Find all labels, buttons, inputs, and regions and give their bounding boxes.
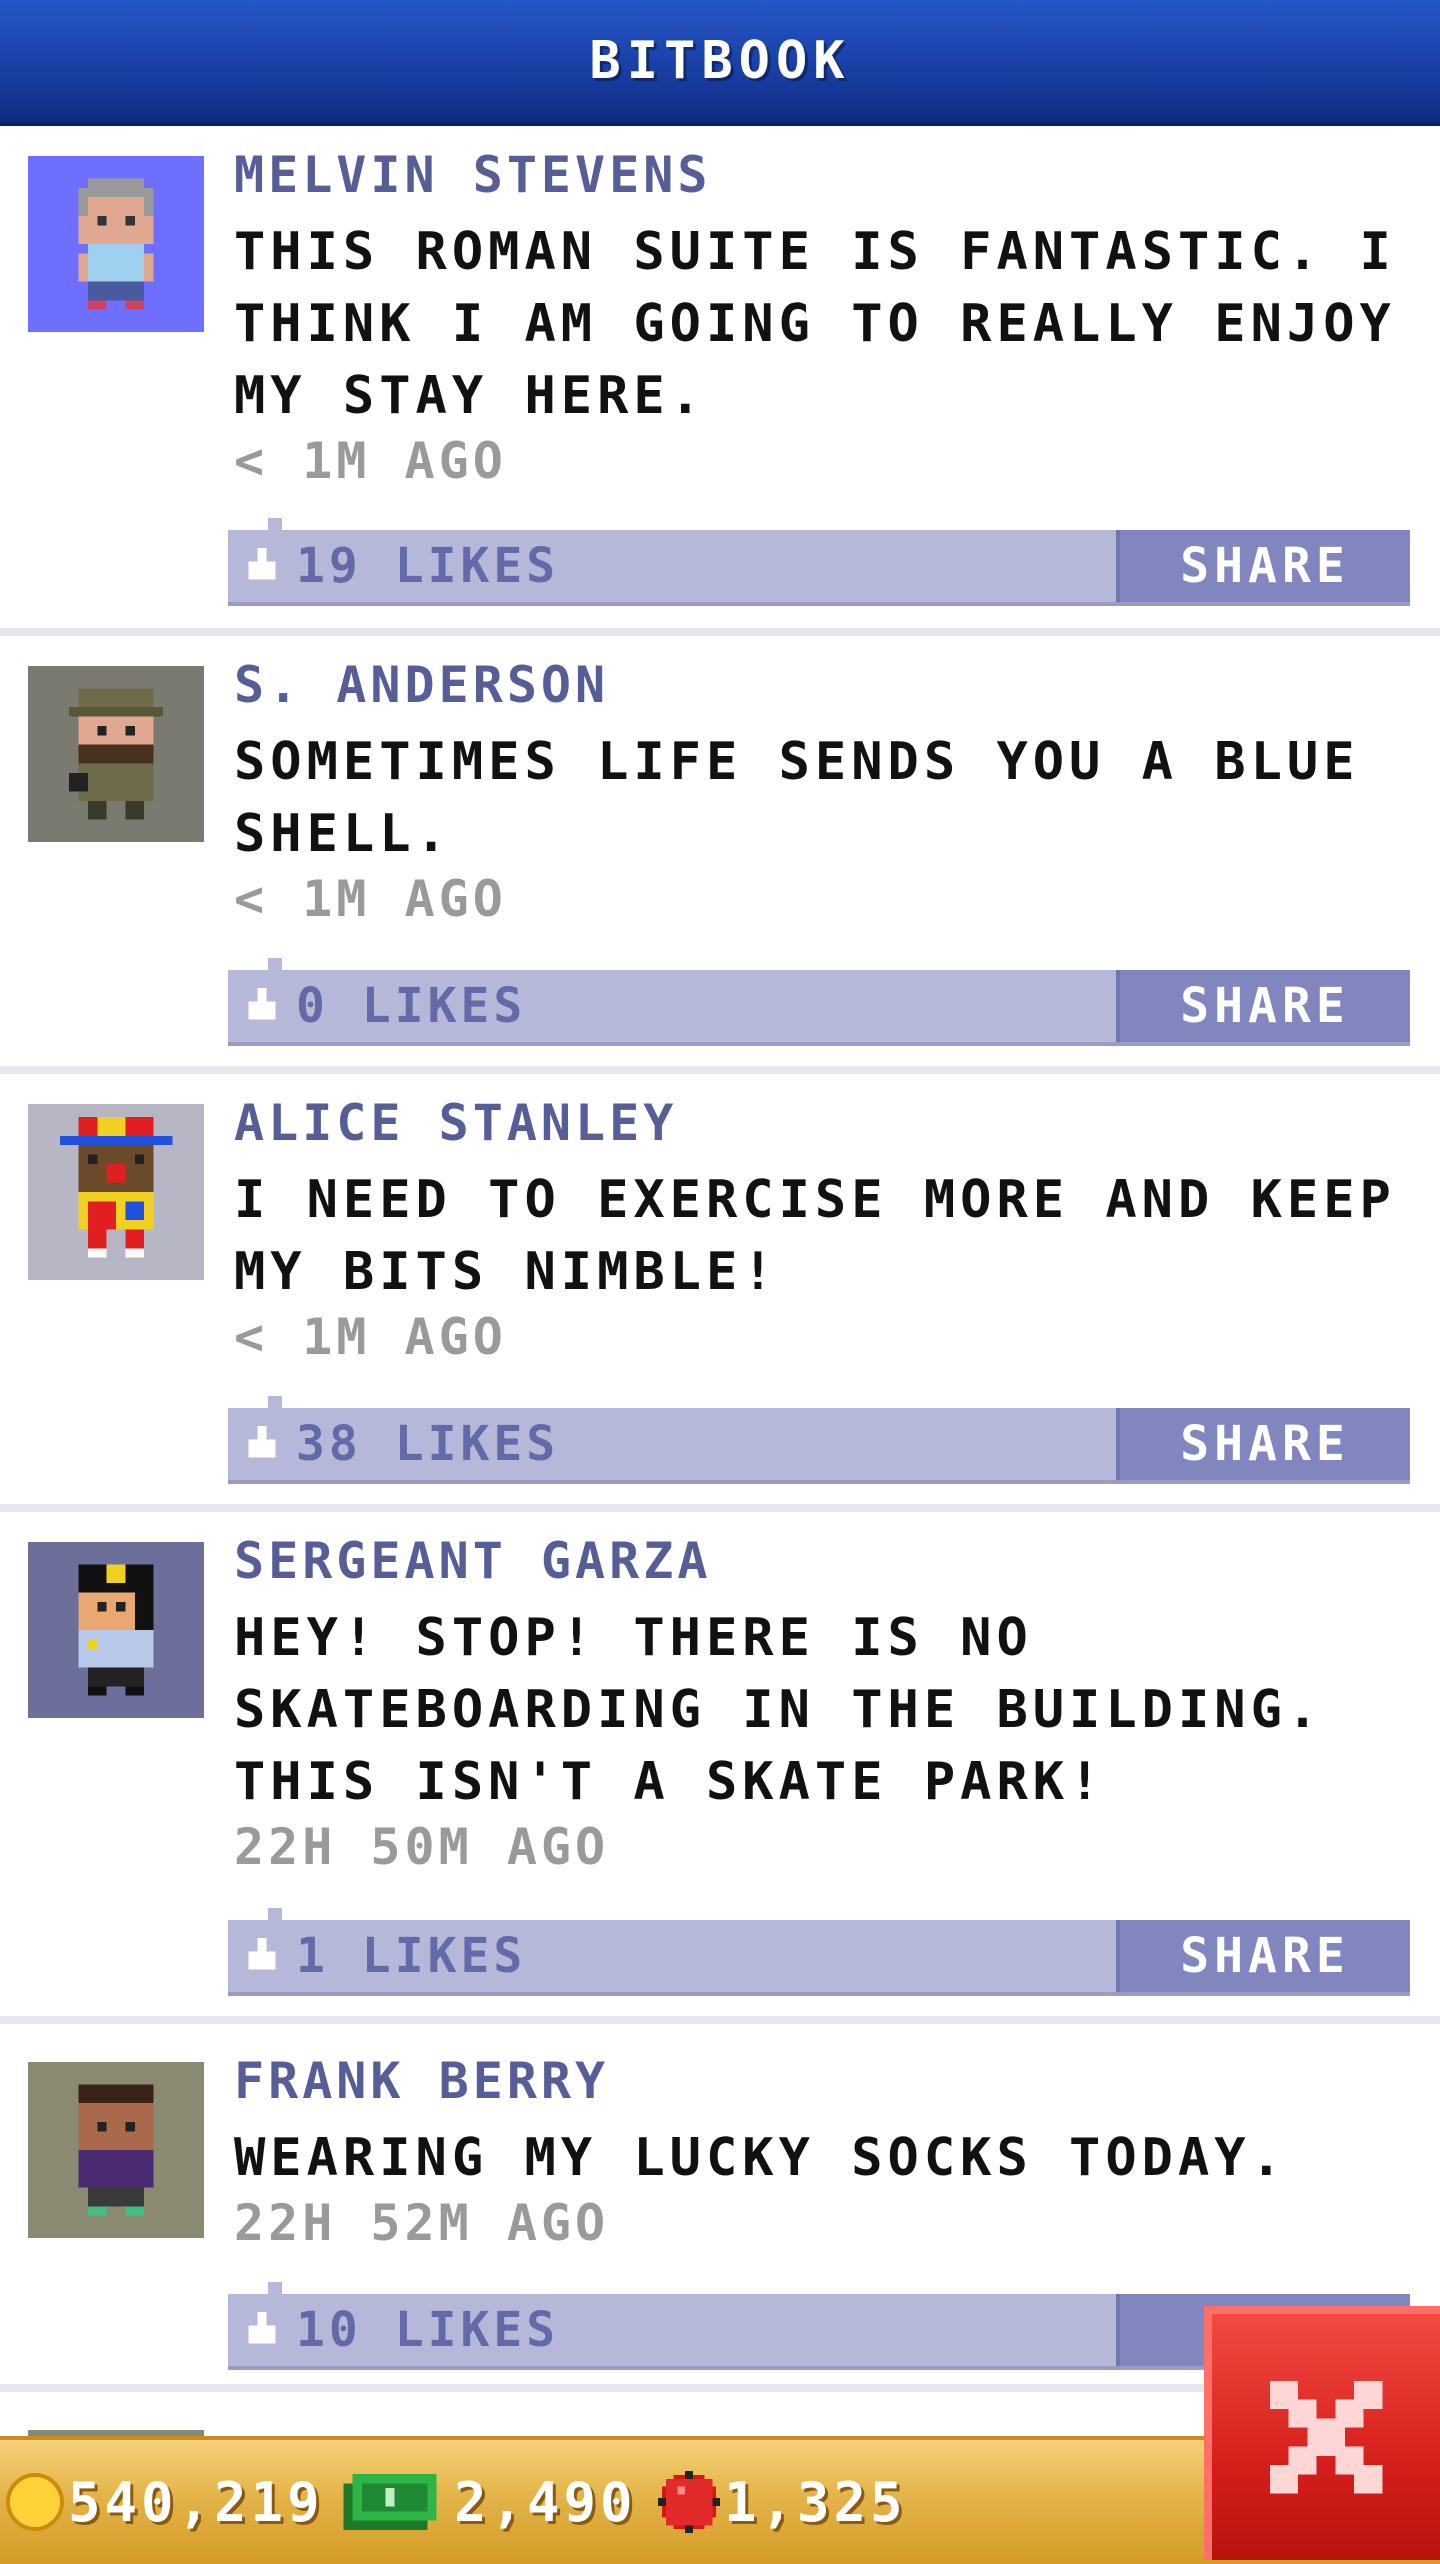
post-author[interactable]: FRANK BERRY <box>234 2052 609 2110</box>
coins-counter: 540,219 <box>6 2440 324 2564</box>
divider <box>0 1504 1440 1512</box>
post-time: 22H 52M AGO <box>234 2194 610 2252</box>
share-button[interactable]: SHARE <box>1116 530 1410 602</box>
post-time: < 1M AGO <box>234 1308 507 1366</box>
man-avatar-icon <box>78 2084 154 2216</box>
thumb-up-icon <box>248 1938 276 1970</box>
coins-value: 540,219 <box>68 2470 324 2534</box>
coin-icon <box>6 2473 64 2531</box>
gem-icon <box>658 2471 720 2533</box>
soldier-avatar-icon <box>69 688 163 820</box>
like-bar-tab <box>268 958 282 970</box>
post-author[interactable]: S. ANDERSON <box>234 656 609 714</box>
like-bar-tab <box>268 518 282 530</box>
post-message: WEARING MY LUCKY SOCKS TODAY. <box>234 2128 1287 2188</box>
post-message: I NEED TO EXERCISE MORE AND KEEP MY BITS… <box>234 1170 1396 1302</box>
like-count: 0 LIKES <box>296 978 527 1034</box>
post: MELVIN STEVENS THIS ROMAN SUITE IS FANTA… <box>0 126 1440 636</box>
page-title: BITBOOK <box>589 31 851 91</box>
gems-value: 1,325 <box>724 2470 907 2534</box>
post-time: 22H 50M AGO <box>234 1818 610 1876</box>
divider <box>0 1066 1440 1074</box>
top-bar: BITBOOK <box>0 0 1440 126</box>
like-button[interactable]: 38 LIKES <box>244 1408 559 1480</box>
like-count: 1 LIKES <box>296 1928 527 1984</box>
elder-avatar-icon <box>78 178 154 310</box>
divider <box>0 628 1440 636</box>
like-bar: 19 LIKES SHARE <box>228 518 1410 606</box>
post: S. ANDERSON SOMETIMES LIFE SENDS YOU A B… <box>0 636 1440 1074</box>
like-count: 38 LIKES <box>296 1416 560 1472</box>
close-icon <box>1269 2380 1383 2494</box>
like-bar-tab <box>268 1908 282 1920</box>
avatar[interactable] <box>28 1104 204 1280</box>
post-message: HEY! STOP! THERE IS NO SKATEBOARDING IN … <box>234 1608 1324 1812</box>
post: SERGEANT GARZA HEY! STOP! THERE IS NO SK… <box>0 1512 1440 2024</box>
share-button[interactable]: SHARE <box>1116 1920 1410 1992</box>
like-button[interactable]: 1 LIKES <box>244 1920 526 1992</box>
clown-avatar-icon <box>59 1117 173 1258</box>
like-bar: 0 LIKES SHARE <box>228 958 1410 1046</box>
like-bar-tab <box>268 1396 282 1408</box>
close-button[interactable] <box>1204 2306 1440 2560</box>
police-avatar-icon <box>78 1564 154 1696</box>
like-count: 10 LIKES <box>296 2302 560 2358</box>
thumb-up-icon <box>248 548 276 580</box>
share-button[interactable]: SHARE <box>1116 970 1410 1042</box>
like-count: 19 LIKES <box>296 538 560 594</box>
avatar[interactable] <box>28 156 204 332</box>
bux-counter: 2,490 <box>340 2440 637 2564</box>
avatar[interactable] <box>28 2062 204 2238</box>
post-author[interactable]: SERGEANT GARZA <box>234 1532 711 1590</box>
like-bar: 1 LIKES SHARE <box>228 1908 1410 1996</box>
like-button[interactable]: 19 LIKES <box>244 530 559 602</box>
like-bar: 38 LIKES SHARE <box>228 1396 1410 1484</box>
bux-icon <box>343 2474 437 2530</box>
gems-counter: 1,325 <box>658 2440 907 2564</box>
post-message: SOMETIMES LIFE SENDS YOU A BLUE SHELL. <box>234 732 1360 864</box>
post-author[interactable]: ALICE STANLEY <box>234 1094 677 1152</box>
like-button[interactable]: 10 LIKES <box>244 2294 559 2366</box>
post-time: < 1M AGO <box>234 432 507 490</box>
thumb-up-icon <box>248 988 276 1020</box>
like-bar-tab <box>268 2282 282 2294</box>
bux-value: 2,490 <box>454 2470 637 2534</box>
avatar[interactable] <box>28 666 204 842</box>
like-button[interactable]: 0 LIKES <box>244 970 526 1042</box>
post-message: THIS ROMAN SUITE IS FANTASTIC. I THINK I… <box>234 222 1396 426</box>
post-time: < 1M AGO <box>234 870 507 928</box>
avatar[interactable] <box>28 1542 204 1718</box>
share-button[interactable]: SHARE <box>1116 1408 1410 1480</box>
divider <box>0 2016 1440 2024</box>
thumb-up-icon <box>248 1426 276 1458</box>
thumb-up-icon <box>248 2312 276 2344</box>
post-author[interactable]: MELVIN STEVENS <box>234 146 711 204</box>
post: ALICE STANLEY I NEED TO EXERCISE MORE AN… <box>0 1074 1440 1512</box>
